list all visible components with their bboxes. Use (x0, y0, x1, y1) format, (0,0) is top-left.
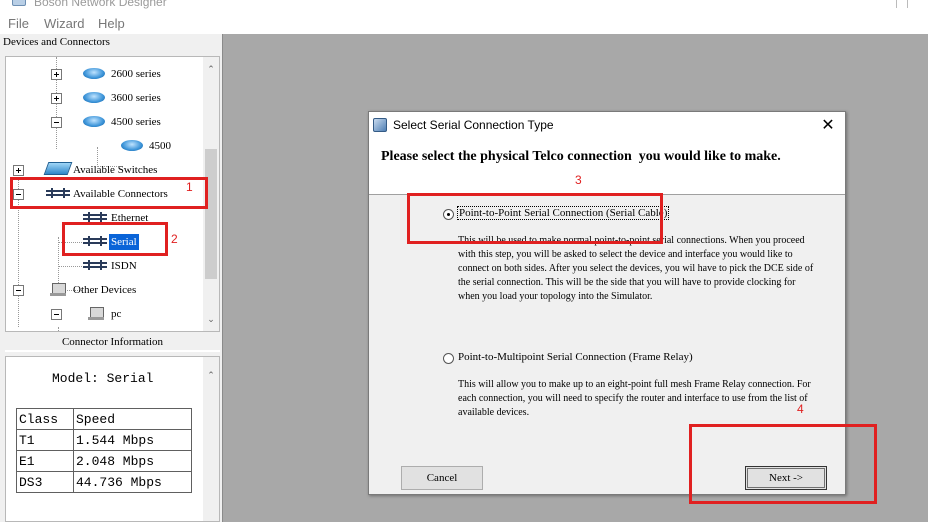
table-row: E1 2.048 Mbps (16, 450, 192, 472)
expand-3600-toggle[interactable] (51, 93, 62, 104)
dialog-header: Please select the physical Telco connect… (369, 139, 845, 195)
table-header-cell: Speed (73, 408, 192, 430)
connector-info-header: Connector Information (5, 334, 220, 352)
table-cell: 1.544 Mbps (73, 429, 192, 451)
annotation-box-available-connectors (10, 177, 208, 209)
annotation-box-next (689, 424, 877, 504)
connector-icon (83, 212, 107, 222)
menu-help[interactable]: Help (98, 16, 125, 31)
close-icon[interactable]: ✕ (819, 116, 837, 134)
annotation-number: 1 (186, 180, 193, 194)
tree-guide (58, 266, 82, 267)
table-row: DS3 44.736 Mbps (16, 471, 192, 493)
expand-2600-toggle[interactable] (51, 69, 62, 80)
tree-item-label: 2600 series (111, 68, 161, 80)
table-cell: 44.736 Mbps (73, 471, 192, 493)
switch-icon (43, 162, 73, 175)
speed-table: Class Speed T1 1.544 Mbps E1 2.048 Mbps … (16, 408, 192, 493)
collapse-other-devices-toggle[interactable] (13, 285, 24, 296)
point-to-point-description: This will be used to make normal point-t… (458, 235, 814, 302)
point-to-multipoint-radio[interactable] (443, 353, 454, 364)
tree-guide (58, 237, 59, 289)
table-header-row: Class Speed (16, 408, 192, 430)
annotation-box-point-to-point (407, 193, 663, 244)
menu-bar: File Wizard Help (0, 14, 928, 34)
app-title: Boson Network Designer (34, 0, 167, 9)
connector-icon (83, 260, 107, 270)
tree-item-3600-series[interactable]: 3600 series (109, 90, 163, 106)
annotation-number: 3 (575, 173, 582, 187)
tree-item-label: Other Devices (73, 284, 137, 296)
pc-icon (50, 283, 66, 296)
router-icon (121, 140, 143, 151)
tree-item-label: 4500 series (111, 116, 161, 128)
table-cell: 2.048 Mbps (73, 450, 192, 472)
tree-item-label: pc (111, 308, 122, 320)
scroll-up-arrow-icon[interactable]: ⌃ (206, 371, 216, 381)
left-panel: Devices and Connectors 2600 series 3600 … (0, 34, 222, 522)
tree-item-pc[interactable]: pc (109, 306, 123, 322)
annotation-box-serial (62, 222, 168, 256)
scroll-up-arrow-icon[interactable]: ⌃ (206, 65, 216, 75)
router-icon (83, 68, 105, 79)
tree-item-isdn[interactable]: ISDN (109, 258, 139, 274)
menu-wizard[interactable]: Wizard (44, 16, 84, 31)
menu-file[interactable]: File (8, 16, 29, 31)
table-cell: DS3 (16, 471, 74, 493)
pc-icon (88, 307, 104, 320)
tree-item-label: 4500 (149, 140, 171, 152)
dialog-heading: Please select the physical Telco connect… (381, 149, 781, 164)
expand-switches-toggle[interactable] (13, 165, 24, 176)
dialog-title: Select Serial Connection Type (393, 118, 554, 132)
scroll-down-arrow-icon[interactable]: ⌄ (206, 315, 216, 325)
table-header-cell: Class (16, 408, 74, 430)
app-icon (12, 0, 26, 6)
tree-guide (58, 327, 59, 331)
router-icon (83, 92, 105, 103)
tree-item-4500[interactable]: 4500 (147, 138, 173, 154)
tree-item-4500-series[interactable]: 4500 series (109, 114, 163, 130)
point-to-multipoint-label[interactable]: Point-to-Multipoint Serial Connection (F… (458, 351, 693, 363)
tree-item-other-devices[interactable]: Other Devices (71, 282, 138, 298)
collapse-pc-toggle[interactable] (51, 309, 62, 320)
app-icon (373, 118, 387, 132)
tree-item-label: ISDN (111, 260, 137, 272)
router-icon (83, 116, 105, 127)
tree-item-label: 3600 series (111, 92, 161, 104)
window-control[interactable] (896, 0, 908, 8)
point-to-multipoint-description: This will allow you to make up to an eig… (458, 379, 811, 418)
cancel-button[interactable]: Cancel (401, 466, 483, 490)
annotation-number: 2 (171, 232, 178, 246)
tree-item-label: Available Switches (73, 164, 158, 176)
tree-scroll-thumb[interactable] (205, 149, 217, 279)
annotation-number: 4 (797, 402, 804, 416)
tree-item-available-switches[interactable]: Available Switches (71, 162, 159, 178)
devices-connectors-header: Devices and Connectors (3, 36, 110, 48)
connector-info-panel: Model: Serial Class Speed T1 1.544 Mbps … (5, 356, 220, 522)
info-scrollbar[interactable]: ⌃ (203, 357, 219, 521)
tree-item-2600-series[interactable]: 2600 series (109, 66, 163, 82)
table-cell: E1 (16, 450, 74, 472)
table-row: T1 1.544 Mbps (16, 429, 192, 451)
app-titlebar: Boson Network Designer (0, 0, 928, 14)
collapse-4500-toggle[interactable] (51, 117, 62, 128)
dialog-titlebar: Select Serial Connection Type ✕ (369, 112, 845, 139)
model-line: Model: Serial (52, 371, 154, 386)
table-cell: T1 (16, 429, 74, 451)
